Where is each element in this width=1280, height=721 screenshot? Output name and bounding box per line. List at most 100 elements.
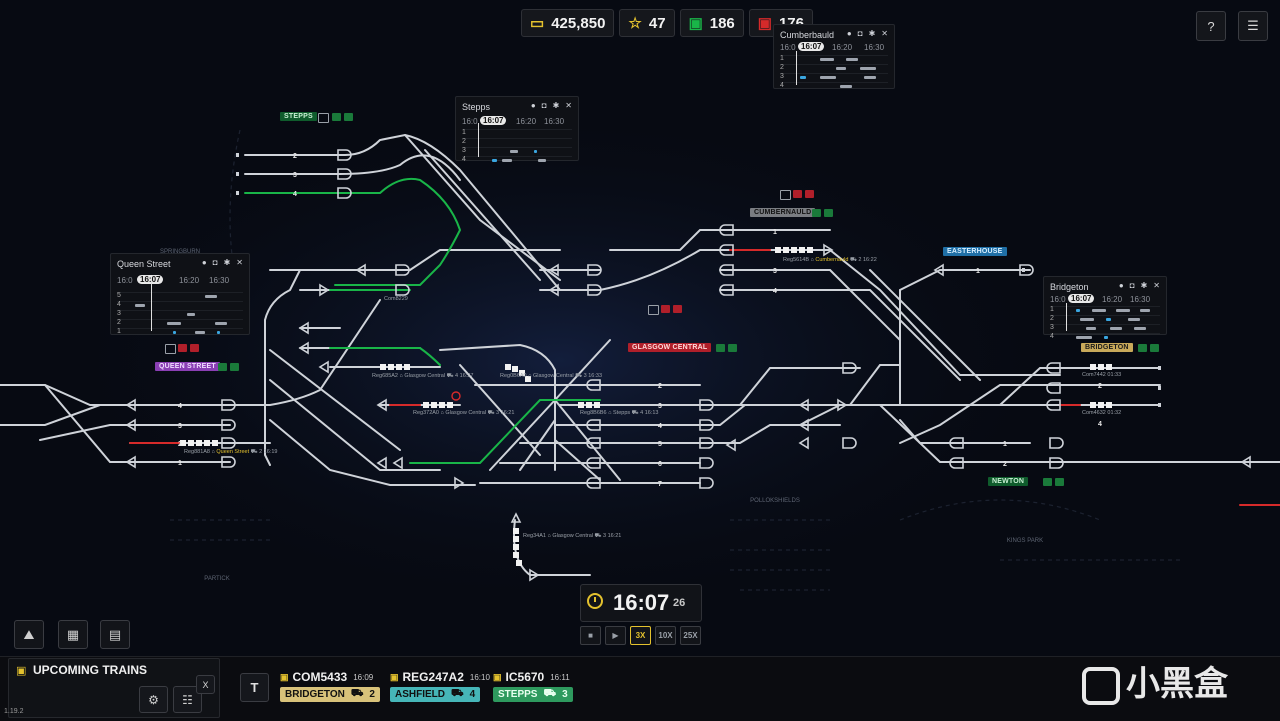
station-label-easterhouse[interactable]: EASTERHOUSE [943,247,1007,256]
svg-text:1: 1 [1003,441,1007,448]
close-upcoming-button[interactable]: X [196,675,215,694]
station-depot-icon[interactable] [648,305,659,315]
upcoming-train-card[interactable]: ▣ REG247A2 16:10 ASHFIELD ⛟ 4 [390,670,490,702]
speed-25x-button[interactable]: 25X [680,626,701,645]
lock-icon[interactable]: ◘ [858,29,863,38]
station-label-newton[interactable]: NEWTON [988,477,1029,486]
svg-text:2: 2 [1003,461,1007,468]
play-button[interactable]: ▶ [605,626,626,645]
train-id: Com8229 [384,296,408,302]
platform-icon: ⛟ [543,688,557,699]
upcoming-train-card[interactable]: ▣ IC5670 16:11 STEPPS ⛟ 3 [493,670,573,702]
station-label-cumbernauld[interactable]: CUMBERNAULD [750,208,816,217]
timetable-button[interactable]: ⚙ [139,686,168,713]
platform-row-number: 4 [780,82,784,89]
station-accept-button[interactable] [1150,344,1159,352]
info-icon[interactable]: ● [1119,281,1124,290]
train-label[interactable]: Com4632 01:32 [1082,410,1121,416]
station-label-glasgow-central[interactable]: GLASGOW CENTRAL [628,343,712,352]
train-time: 16:22 [863,257,877,263]
time-tick: 16:30 [209,276,230,285]
gear-icon[interactable]: ✱ [553,101,560,110]
gear-icon[interactable]: ✱ [1141,281,1148,290]
info-icon[interactable]: ● [202,258,207,267]
station-reject-button[interactable] [793,190,802,198]
station-label-bridgeton[interactable]: BRIDGETON [1081,343,1133,352]
station-accept-button[interactable] [218,363,227,371]
station-reject-button[interactable] [673,305,682,313]
stop-button[interactable]: ■ [580,626,601,645]
gear-icon[interactable]: ✱ [224,258,231,267]
dest-platform: 4 [469,689,476,700]
station-accept-button[interactable] [728,344,737,352]
train-label[interactable]: Com7442 01:33 [1082,372,1121,378]
train-label[interactable]: Reg685A2 ⌂ Glasgow Central ⛟ 4 16:27 [372,373,473,380]
lock-icon[interactable]: ◘ [542,101,547,110]
gear-icon[interactable]: ✱ [869,29,876,38]
station-timetable-panel[interactable]: Stepps ● ◘ ✱ ✕ 16:0 16:07 16:20 16:30 1 2 3… [455,96,579,163]
station-timetable-panel[interactable]: Cumberbauld ● ◘ ✱ ✕ 16:0 16:07 16:20 16:30 … [773,24,895,89]
clock-time: 16:07 [613,590,670,615]
book-tool-button[interactable]: ▤ [100,620,130,649]
platform-row-number: 1 [462,129,466,136]
menu-button[interactable]: ☰ [1238,11,1268,41]
speed-3x-button[interactable]: 3X [630,626,651,645]
station-accept-button[interactable] [812,209,821,217]
upcoming-train-card[interactable]: ▣ COM5433 16:09 BRIDGETON ⛟ 2 [280,670,380,702]
station-depot-icon[interactable] [165,344,176,354]
station-accept-button[interactable] [1055,478,1064,486]
station-accept-button[interactable] [1138,344,1147,352]
terrain-tool-button[interactable]: ⛰ [14,620,44,649]
platform-row-number: 4 [1050,333,1054,340]
speed-10x-button[interactable]: 10X [655,626,676,645]
train-label[interactable]: Reg8B6B6 ⌂ Stepps ⛟ 4 16:13 [580,410,658,417]
info-icon[interactable]: ● [531,101,536,110]
station-timetable-panel[interactable]: Bridgeton ● ◘ ✱ ✕ 16:0 16:07 16:20 16:30 1 … [1043,276,1167,340]
info-icon[interactable]: ● [847,29,852,38]
train-label[interactable]: Reg5614B ⌂ Cumbernauld ⛟ 2 16:22 [783,257,877,264]
upcoming-train-dest: STEPPS ⛟ 3 [493,687,573,702]
station-accept-button[interactable] [1043,478,1052,486]
close-icon[interactable]: ✕ [881,29,888,38]
station-accept-button[interactable] [716,344,725,352]
station-depot-icon[interactable] [318,113,329,123]
train-label[interactable]: Reg34A1 ⌂ Glasgow Central ⛟ 3 16:21 [523,533,621,540]
chip-tool-button[interactable]: ▦ [58,620,88,649]
upcoming-title: UPCOMING TRAINS [33,663,147,677]
station-accept-button[interactable] [332,113,341,121]
lock-icon[interactable]: ◘ [213,258,218,267]
svg-text:POLLOKSHIELDS: POLLOKSHIELDS [750,498,800,504]
station-reject-button[interactable] [178,344,187,352]
train-type-button[interactable]: T [240,673,269,702]
upcoming-train-dest: ASHFIELD ⛟ 4 [390,687,481,702]
train-dest: Stepps [613,410,631,416]
station-label-queen-street[interactable]: QUEEN STREET [155,362,220,371]
train-label[interactable]: Com8229 [384,296,408,302]
stars-counter: ☆ 47 [619,9,675,37]
time-tick: 16:0 [1050,295,1066,304]
close-icon[interactable]: ✕ [236,258,243,267]
train-label[interactable]: Reg0B6A0 ⌂ Glasgow Central ⛟ 3 16:33 [500,373,602,380]
station-accept-button[interactable] [824,209,833,217]
station-accept-button[interactable] [344,113,353,121]
help-button[interactable]: ? [1196,11,1226,41]
station-reject-button[interactable] [661,305,670,313]
station-label-stepps[interactable]: STEPPS [280,112,317,121]
train-id: Com4632 [1082,410,1106,416]
train-label[interactable]: Reg372A0 ⌂ Glasgow Central ⛟ 3 16:21 [413,410,514,417]
station-depot-icon[interactable] [780,190,791,200]
station-accept-button[interactable] [230,363,239,371]
svg-text:2: 2 [178,441,182,448]
station-reject-button[interactable] [805,190,814,198]
clock-seconds: 26 [673,597,686,609]
station-reject-button[interactable] [190,344,199,352]
close-icon[interactable]: ✕ [1153,281,1160,290]
dest-platform: 2 [369,689,375,700]
train-label[interactable]: Reg881A8 ⌂ Queen Street ⛟ 2 16:19 [184,449,277,456]
document-icon: ▣ [16,665,27,677]
station-timetable-panel[interactable]: Queen Street ●◘✱✕ 16:0 16:07 16:20 16:30… [110,253,250,335]
close-icon[interactable]: ✕ [565,101,572,110]
svg-text:7: 7 [658,481,662,488]
train-id: Reg8B6B6 [580,410,607,416]
lock-icon[interactable]: ◘ [1130,281,1135,290]
